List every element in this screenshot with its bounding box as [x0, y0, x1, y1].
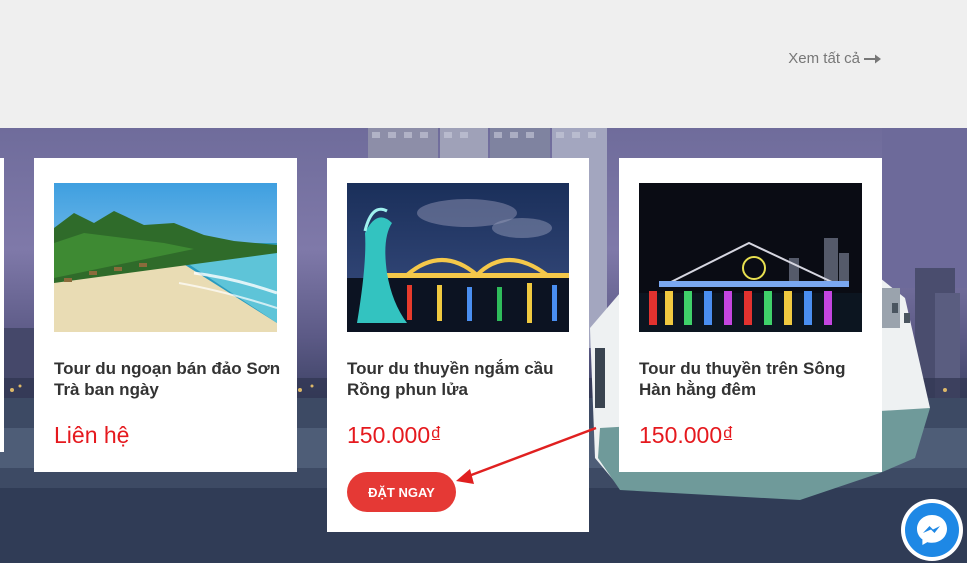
tour-price: 150.000₫: [639, 422, 734, 448]
tour-title[interactable]: Tour du thuyền trên Sông Hàn hằng đêm: [639, 358, 869, 400]
tour-card-son-tra[interactable]: Tour du ngoạn bán đảo Sơn Trà ban ngày L…: [34, 158, 297, 472]
tour-title[interactable]: Tour du thuyền ngắm cầu Rồng phun lửa: [347, 358, 577, 400]
messenger-chat-button[interactable]: [901, 499, 963, 561]
see-all-label: Xem tất cả: [788, 50, 860, 67]
beach-photo: [54, 183, 277, 332]
tour-card-dragon-bridge[interactable]: Tour du thuyền ngắm cầu Rồng phun lửa 15…: [327, 158, 589, 532]
tour-price: 150.000₫: [347, 422, 442, 448]
arrow-right-icon: [864, 54, 881, 63]
dragon-bridge-night-photo: [347, 183, 569, 332]
messenger-icon: [917, 515, 947, 545]
book-now-button[interactable]: ĐẶT NGAY: [347, 472, 456, 512]
tour-price: Liên hệ: [54, 422, 130, 448]
see-all-link[interactable]: Xem tất cả: [788, 50, 881, 67]
tour-card-han-river[interactable]: Tour du thuyền trên Sông Hàn hằng đêm 15…: [619, 158, 882, 472]
tour-image[interactable]: [54, 183, 277, 332]
previous-card-edge: [0, 158, 4, 452]
tour-image[interactable]: [639, 183, 862, 332]
tour-image[interactable]: [347, 183, 569, 332]
tour-title[interactable]: Tour du ngoạn bán đảo Sơn Trà ban ngày: [54, 358, 284, 400]
top-band: Xem tất cả: [0, 0, 967, 128]
han-river-night-photo: [639, 183, 862, 332]
